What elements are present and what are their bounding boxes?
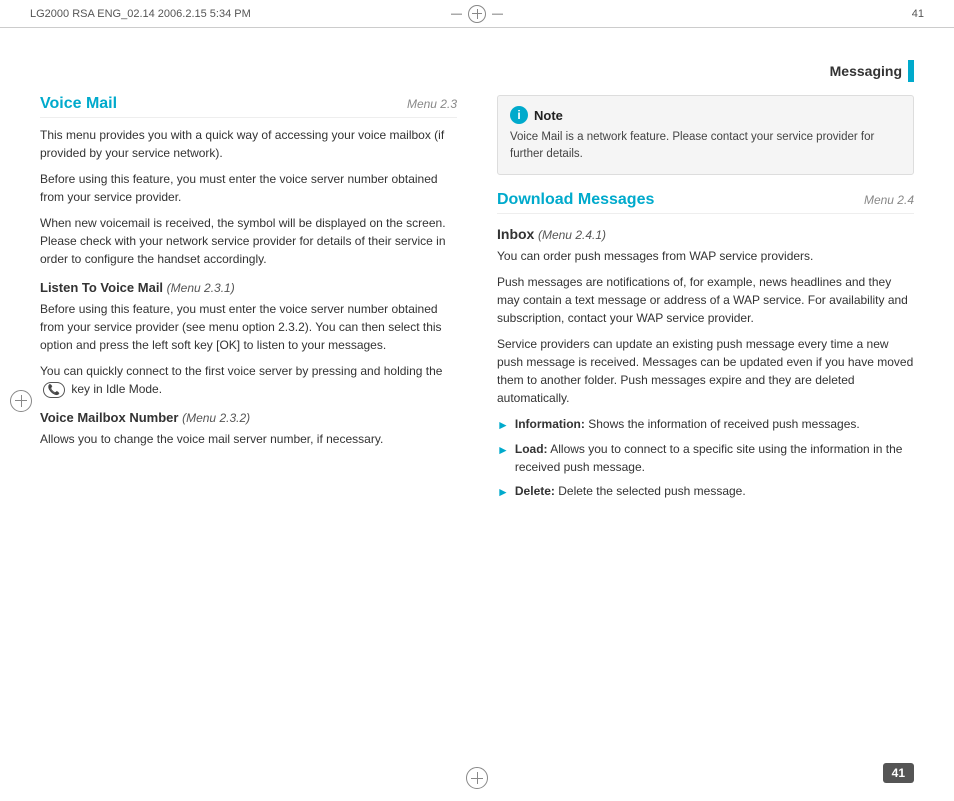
bullet-arrow-icon: ► [497,416,509,434]
inbox-para3: Service providers can update an existing… [497,335,914,407]
download-messages-menu: Menu 2.4 [864,193,914,207]
note-icon-text: i [517,108,520,122]
left-column: Voice Mail Menu 2.3 This menu provides y… [40,95,457,741]
header-page-num: 41 [912,8,924,20]
page-number-text: 41 [892,766,905,780]
phone-key-icon: 📞 [43,382,65,398]
listen-text2: You can quickly connect to the first voi… [40,364,442,378]
voicebox-menu: (Menu 2.3.2) [182,411,250,425]
voice-mail-para2: Before using this feature, you must ente… [40,170,457,206]
listen-text2-block: You can quickly connect to the first voi… [40,362,457,398]
inbox-para1: You can order push messages from WAP ser… [497,247,914,265]
bullet-item: ► Delete: Delete the selected push messa… [497,482,914,501]
page-number: 41 [883,763,914,783]
inbox-title-block: Inbox (Menu 2.4.1) [497,226,914,242]
inbox-menu: (Menu 2.4.1) [538,228,606,242]
note-box: i Note Voice Mail is a network feature. … [497,95,914,175]
header-center: — — [451,5,503,23]
inbox-para2: Push messages are notifications of, for … [497,273,914,327]
voicebox-text: Allows you to change the voice mail serv… [40,430,457,448]
crosshair-v [477,9,478,19]
bullet-arrow-icon: ► [497,483,509,501]
bc-cross-v [477,772,478,784]
bullet-arrow-icon: ► [497,441,509,459]
bottom-circle [466,767,488,789]
listen-title-block: Listen To Voice Mail (Menu 2.3.1) [40,280,457,295]
bullet-text: Load: Allows you to connect to a specifi… [515,440,914,476]
voice-mail-header-row: Voice Mail Menu 2.3 [40,95,457,118]
messaging-accent-bar [908,60,914,82]
page-container: LG2000 RSA ENG_02.14 2006.2.15 5:34 PM —… [0,0,954,801]
listen-text2b: key in Idle Mode. [71,382,162,396]
header-right: 41 [503,8,924,20]
voicebox-title-block: Voice Mailbox Number (Menu 2.3.2) [40,410,457,425]
note-text: Voice Mail is a network feature. Please … [510,129,901,164]
voice-mail-menu: Menu 2.3 [407,97,457,111]
voicebox-title: Voice Mailbox Number [40,410,178,425]
bullet-label: Delete: [515,484,555,498]
note-label: Note [534,108,563,123]
header-dash-left: — [451,8,462,20]
lm-cross-v [21,395,22,407]
header-dash-right: — [492,8,503,20]
bullet-item: ► Load: Allows you to connect to a speci… [497,440,914,476]
inbox-title: Inbox [497,226,534,242]
bullet-text: Delete: Delete the selected push message… [515,482,746,500]
voice-mail-intro: This menu provides you with a quick way … [40,126,457,162]
bullet-item: ► Information: Shows the information of … [497,415,914,434]
messaging-title-block: Messaging [830,60,914,82]
left-margin-circle [10,390,32,412]
bullet-label: Load: [515,442,548,456]
content-area: Voice Mail Menu 2.3 This menu provides y… [40,95,914,741]
bullet-text: Information: Shows the information of re… [515,415,860,433]
listen-text: Before using this feature, you must ente… [40,300,457,354]
header-bar: LG2000 RSA ENG_02.14 2006.2.15 5:34 PM —… [0,0,954,28]
right-column: i Note Voice Mail is a network feature. … [497,95,914,741]
bullet-list: ► Information: Shows the information of … [497,415,914,501]
voice-mail-title: Voice Mail [40,95,117,113]
bullet-label: Information: [515,417,585,431]
header-circle-icon [468,5,486,23]
header-left-text: LG2000 RSA ENG_02.14 2006.2.15 5:34 PM [30,8,451,20]
download-messages-title: Download Messages [497,191,654,209]
listen-menu: (Menu 2.3.1) [167,281,235,295]
listen-title: Listen To Voice Mail [40,280,163,295]
download-messages-header-row: Download Messages Menu 2.4 [497,191,914,214]
header-meta: LG2000 RSA ENG_02.14 2006.2.15 5:34 PM [30,8,251,20]
voice-mail-para3: When new voicemail is received, the symb… [40,214,457,268]
note-header: i Note [510,106,901,124]
messaging-title-text: Messaging [830,63,902,79]
note-icon: i [510,106,528,124]
